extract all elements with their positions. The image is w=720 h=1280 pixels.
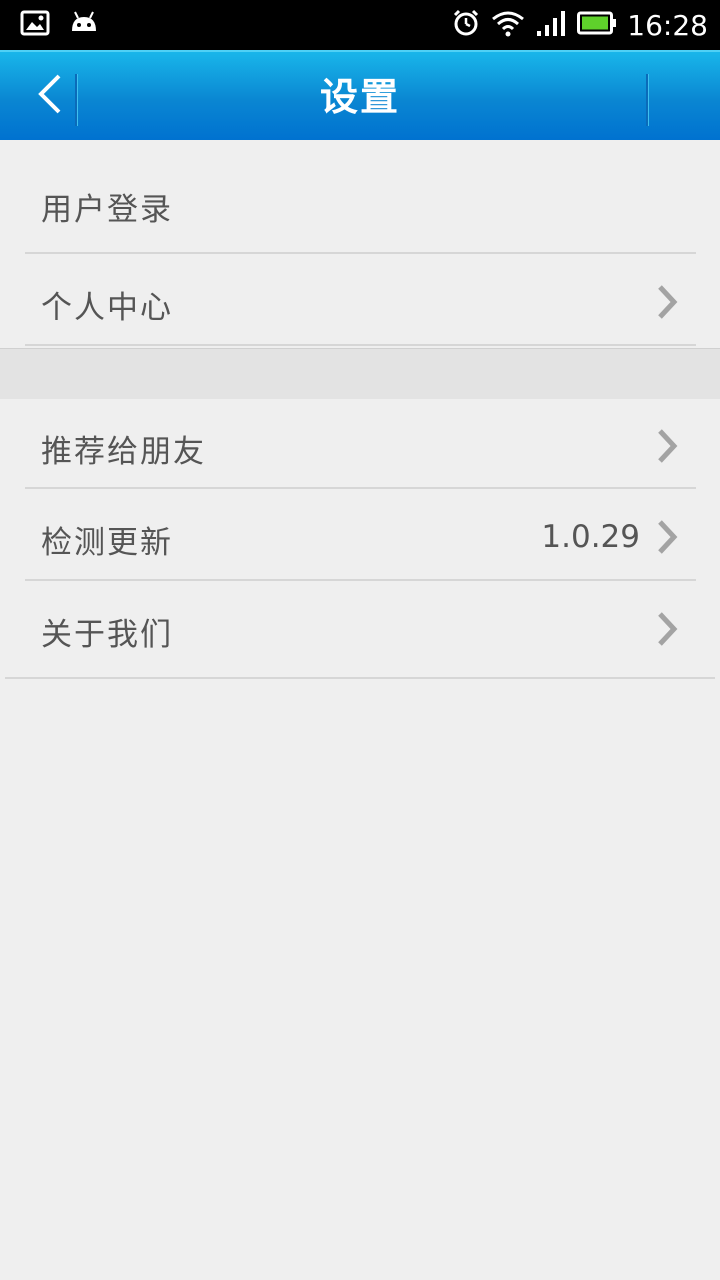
divider	[25, 344, 696, 346]
page-title: 设置	[319, 75, 400, 119]
section-separator	[0, 348, 720, 399]
image-icon	[20, 10, 50, 40]
menu-item-label: 关于我们	[41, 617, 173, 653]
chevron-left-icon	[35, 72, 65, 120]
battery-icon	[577, 10, 617, 40]
alarm-icon	[451, 8, 481, 42]
divider	[5, 677, 715, 679]
menu-item-label: 推荐给朋友	[41, 434, 206, 470]
chevron-right-icon	[654, 517, 682, 557]
chevron-right-icon	[654, 282, 682, 322]
menu-item-recommend[interactable]: 推荐给朋友	[25, 398, 696, 488]
menu-item-check-update[interactable]: 检测更新 1.0.29	[25, 489, 696, 579]
wifi-icon	[491, 9, 525, 41]
status-bar: 16:28	[0, 0, 720, 50]
title-divider	[646, 74, 649, 126]
chevron-right-icon	[654, 426, 682, 466]
menu-item-about-us[interactable]: 关于我们	[25, 581, 696, 677]
title-bar: 设置	[0, 50, 720, 140]
menu-item-label: 检测更新	[41, 525, 173, 561]
menu-item-label: 个人中心	[41, 290, 173, 326]
menu-item-personal-center[interactable]: 个人中心	[25, 254, 696, 346]
android-icon	[66, 9, 102, 41]
signal-icon	[535, 9, 567, 41]
menu-item-user-login[interactable]: 用户登录	[25, 160, 696, 252]
menu-item-label: 用户登录	[41, 192, 173, 228]
title-divider	[75, 74, 78, 126]
back-button[interactable]	[24, 70, 76, 122]
status-time: 16:28	[627, 8, 708, 42]
chevron-right-icon	[654, 609, 682, 649]
version-value: 1.0.29	[541, 519, 640, 555]
